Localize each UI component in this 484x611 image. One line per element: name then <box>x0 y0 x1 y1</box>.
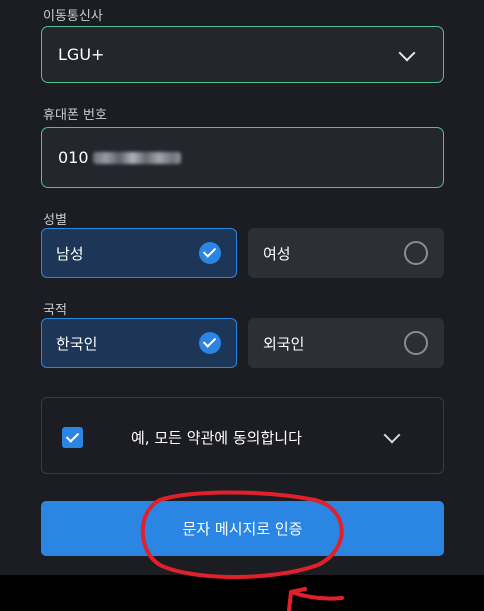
redacted-phone-digits <box>92 151 181 164</box>
nationality-option-label: 외국인 <box>263 334 305 353</box>
chevron-down-icon <box>398 44 416 61</box>
empty-radio-icon <box>404 241 428 265</box>
check-circle-icon <box>199 242 221 264</box>
checkbox-checked-icon[interactable] <box>62 427 83 448</box>
terms-agreement[interactable]: 예, 모든 약관에 동의합니다 <box>41 397 444 474</box>
check-circle-icon <box>199 332 221 354</box>
gender-option-label: 여성 <box>263 244 291 263</box>
phone-input[interactable]: 010 <box>41 127 444 188</box>
carrier-value: LGU+ <box>58 45 105 64</box>
carrier-label: 이동통신사 <box>43 9 103 24</box>
phone-label: 휴대폰 번호 <box>43 108 107 123</box>
chevron-down-icon[interactable] <box>383 426 401 444</box>
empty-radio-icon <box>404 331 428 355</box>
gender-label: 성별 <box>43 213 67 228</box>
sms-verify-button[interactable]: 문자 메시지로 인증 <box>41 501 444 556</box>
nationality-option-label: 한국인 <box>56 334 98 353</box>
nationality-option-korean[interactable]: 한국인 <box>41 318 237 368</box>
nationality-option-foreign[interactable]: 외국인 <box>248 318 444 368</box>
gender-option-label: 남성 <box>56 244 84 263</box>
phone-prefix: 010 <box>58 148 89 167</box>
nationality-label: 국적 <box>43 303 67 318</box>
gender-option-male[interactable]: 남성 <box>41 228 237 278</box>
sms-verify-label: 문자 메시지로 인증 <box>182 520 303 538</box>
terms-agreement-label: 예, 모든 약관에 동의합니다 <box>131 429 302 447</box>
bottom-black-area <box>0 575 484 611</box>
carrier-select[interactable]: LGU+ <box>41 26 444 83</box>
verification-screen: 이동통신사 LGU+ 휴대폰 번호 010 성별 남성 여성 국적 한국인 외국… <box>0 0 484 575</box>
gender-option-female[interactable]: 여성 <box>248 228 444 278</box>
